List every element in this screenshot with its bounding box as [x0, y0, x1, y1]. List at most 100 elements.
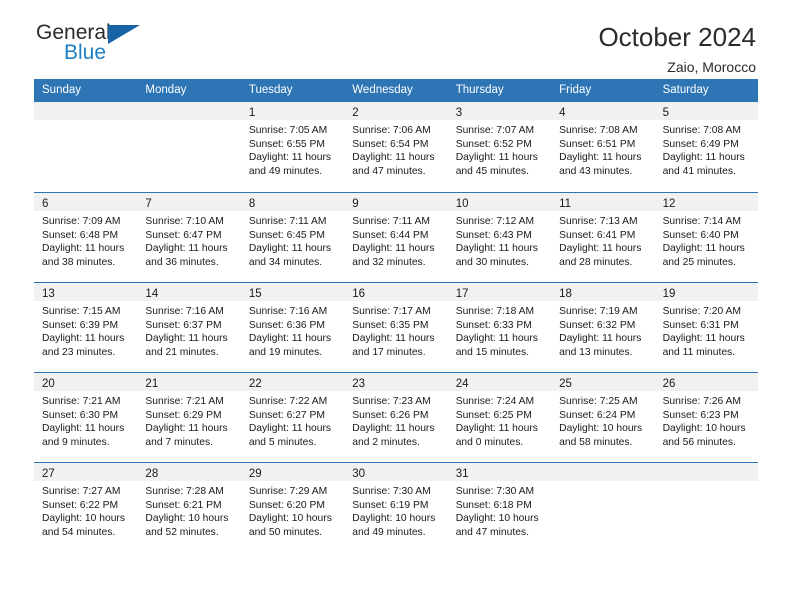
day-detail-line: and 52 minutes.: [145, 526, 219, 538]
day-detail-line: Sunset: 6:51 PM: [559, 138, 636, 150]
weekday-header-monday: Monday: [145, 84, 187, 96]
day-cell-27[interactable]: 27 Sunrise: 7:27 AM Sunset: 6:22 PM Dayligh…: [34, 463, 138, 552]
day-number-strip: 15: [240, 283, 345, 301]
day-cell-24[interactable]: 24 Sunrise: 7:24 AM Sunset: 6:25 PM Dayligh…: [447, 373, 552, 462]
day-detail-line: Daylight: 11 hours: [455, 423, 538, 435]
day-cell-5[interactable]: 5 Sunrise: 7:08 AM Sunset: 6:49 PM Daylight…: [654, 102, 758, 192]
day-number: 30: [352, 468, 366, 480]
day-cell-31[interactable]: 31 Sunrise: 7:30 AM Sunset: 6:18 PM Dayligh…: [447, 463, 552, 552]
day-number: 6: [42, 198, 49, 210]
day-number-strip: 5: [654, 102, 758, 120]
page-title: October 2024: [598, 22, 756, 52]
day-cell-12[interactable]: 12 Sunrise: 7:14 AM Sunset: 6:40 PM Dayligh…: [654, 193, 758, 282]
day-details: Sunrise: 7:07 AM Sunset: 6:52 PM Daylight:…: [448, 120, 551, 178]
day-cell-26[interactable]: 26 Sunrise: 7:26 AM Sunset: 6:23 PM Dayligh…: [654, 373, 758, 462]
day-number-strip: 1: [240, 102, 345, 120]
day-cell-13[interactable]: 13 Sunrise: 7:15 AM Sunset: 6:39 PM Dayligh…: [34, 283, 138, 372]
day-number: 16: [352, 288, 366, 300]
day-cell-22[interactable]: 22 Sunrise: 7:22 AM Sunset: 6:27 PM Dayligh…: [240, 373, 345, 462]
day-cell-10[interactable]: 10 Sunrise: 7:12 AM Sunset: 6:43 PM Dayligh…: [447, 193, 552, 282]
day-detail-line: Sunrise: 7:29 AM: [248, 486, 328, 497]
day-details: Sunrise: 7:27 AM Sunset: 6:22 PM Daylight:…: [34, 481, 137, 539]
day-details: Sunrise: 7:06 AM Sunset: 6:54 PM Daylight:…: [344, 120, 447, 178]
day-detail-line: Sunset: 6:35 PM: [352, 319, 429, 331]
day-cell-21[interactable]: 21 Sunrise: 7:21 AM Sunset: 6:29 PM Dayligh…: [137, 373, 241, 462]
day-cell-16[interactable]: 16 Sunrise: 7:17 AM Sunset: 6:35 PM Dayligh…: [344, 283, 448, 372]
day-number: 28: [145, 468, 159, 480]
day-cell-20[interactable]: 20 Sunrise: 7:21 AM Sunset: 6:30 PM Dayligh…: [34, 373, 138, 462]
day-detail-line: Daylight: 11 hours: [42, 333, 125, 345]
day-cell-empty: [137, 102, 241, 192]
weekday-header-row: Sunday Monday Tuesday Wednesday Thursday Frid…: [34, 79, 758, 102]
day-cell-18[interactable]: 18 Sunrise: 7:19 AM Sunset: 6:32 PM Dayligh…: [551, 283, 655, 372]
day-cell-1[interactable]: 1 Sunrise: 7:05 AM Sunset: 6:55 PM Daylight…: [240, 102, 345, 192]
day-cell-6[interactable]: 6 Sunrise: 7:09 AM Sunset: 6:48 PM Daylight…: [34, 193, 138, 282]
day-cell-2[interactable]: 2 Sunrise: 7:06 AM Sunset: 6:54 PM Daylight…: [344, 102, 448, 192]
day-number: 4: [559, 107, 566, 119]
day-detail-line: Daylight: 10 hours: [145, 513, 229, 525]
day-detail-line: and 30 minutes.: [455, 256, 529, 268]
calendar-page: General Blue October 2024 Zaio, Morocco …: [0, 0, 792, 612]
day-details: Sunrise: 7:15 AM Sunset: 6:39 PM Daylight:…: [34, 301, 137, 359]
day-detail-line: Daylight: 11 hours: [42, 243, 125, 255]
day-detail-line: Daylight: 11 hours: [248, 423, 332, 435]
day-detail-line: Sunset: 6:30 PM: [42, 409, 119, 421]
day-detail-line: Sunset: 6:52 PM: [455, 138, 532, 150]
day-detail-line: and 11 minutes.: [662, 346, 736, 358]
day-detail-line: Sunrise: 7:26 AM: [662, 396, 741, 407]
day-cell-19[interactable]: 19 Sunrise: 7:20 AM Sunset: 6:31 PM Dayligh…: [654, 283, 758, 372]
day-detail-line: Sunrise: 7:14 AM: [662, 216, 741, 227]
day-number: 9: [352, 198, 359, 210]
day-cell-25[interactable]: 25 Sunrise: 7:25 AM Sunset: 6:24 PM Dayligh…: [551, 373, 655, 462]
day-cell-28[interactable]: 28 Sunrise: 7:28 AM Sunset: 6:21 PM Dayligh…: [137, 463, 241, 552]
day-number: 24: [455, 378, 469, 390]
day-detail-line: and 41 minutes.: [662, 165, 736, 177]
day-detail-line: Daylight: 11 hours: [455, 333, 538, 345]
day-detail-line: Daylight: 11 hours: [559, 152, 642, 164]
day-number: 1: [248, 107, 256, 119]
day-details: Sunrise: 7:17 AM Sunset: 6:35 PM Daylight:…: [344, 301, 447, 359]
day-number-strip: 29: [240, 463, 345, 481]
day-detail-line: Sunset: 6:27 PM: [248, 409, 325, 421]
day-cell-17[interactable]: 17 Sunrise: 7:18 AM Sunset: 6:33 PM Dayligh…: [447, 283, 552, 372]
weekday-header-sunday: Sunday: [42, 84, 82, 96]
day-cell-empty: [34, 102, 138, 192]
day-detail-line: and 45 minutes.: [455, 165, 529, 177]
day-details: [137, 120, 240, 124]
day-detail-line: Daylight: 11 hours: [42, 423, 125, 435]
day-cell-30[interactable]: 30 Sunrise: 7:30 AM Sunset: 6:19 PM Dayligh…: [344, 463, 448, 552]
day-detail-line: and 21 minutes.: [145, 346, 219, 358]
day-details: Sunrise: 7:11 AM Sunset: 6:45 PM Daylight:…: [241, 211, 344, 269]
day-cell-4[interactable]: 4 Sunrise: 7:08 AM Sunset: 6:51 PM Daylight…: [551, 102, 655, 192]
day-cell-7[interactable]: 7 Sunrise: 7:10 AM Sunset: 6:47 PM Daylight…: [137, 193, 241, 282]
day-number-strip: 10: [447, 193, 552, 211]
title-block: October 2024 Zaio, Morocco: [598, 22, 758, 77]
day-detail-line: Sunrise: 7:21 AM: [42, 396, 121, 407]
calendar-week-row: 27 Sunrise: 7:27 AM Sunset: 6:22 PM Dayligh…: [34, 462, 758, 552]
day-detail-line: Sunset: 6:44 PM: [352, 229, 429, 241]
day-detail-line: Daylight: 11 hours: [455, 152, 538, 164]
day-cell-8[interactable]: 8 Sunrise: 7:11 AM Sunset: 6:45 PM Daylight…: [240, 193, 345, 282]
day-cell-14[interactable]: 14 Sunrise: 7:16 AM Sunset: 6:37 PM Dayligh…: [137, 283, 241, 372]
day-number: 31: [455, 468, 469, 480]
day-cell-3[interactable]: 3 Sunrise: 7:07 AM Sunset: 6:52 PM Daylight…: [447, 102, 552, 192]
day-details: [655, 481, 758, 485]
day-details: Sunrise: 7:08 AM Sunset: 6:51 PM Daylight:…: [551, 120, 654, 178]
day-number: 15: [248, 288, 262, 300]
day-cell-29[interactable]: 29 Sunrise: 7:29 AM Sunset: 6:20 PM Dayligh…: [240, 463, 345, 552]
day-cell-15[interactable]: 15 Sunrise: 7:16 AM Sunset: 6:36 PM Dayligh…: [240, 283, 345, 372]
day-cell-23[interactable]: 23 Sunrise: 7:23 AM Sunset: 6:26 PM Dayligh…: [344, 373, 448, 462]
day-detail-line: and 36 minutes.: [145, 256, 219, 268]
day-detail-line: Daylight: 11 hours: [662, 243, 745, 255]
day-details: Sunrise: 7:30 AM Sunset: 6:18 PM Daylight:…: [448, 481, 551, 539]
day-details: Sunrise: 7:21 AM Sunset: 6:30 PM Daylight:…: [34, 391, 137, 449]
day-detail-line: Sunset: 6:19 PM: [352, 499, 429, 511]
day-cell-9[interactable]: 9 Sunrise: 7:11 AM Sunset: 6:44 PM Daylight…: [344, 193, 448, 282]
day-detail-line: Sunset: 6:48 PM: [42, 229, 119, 241]
general-blue-logo[interactable]: General Blue: [34, 22, 156, 64]
day-cell-11[interactable]: 11 Sunrise: 7:13 AM Sunset: 6:41 PM Dayligh…: [551, 193, 655, 282]
day-cell-empty: [551, 463, 655, 552]
day-detail-line: Sunset: 6:21 PM: [145, 499, 222, 511]
day-detail-line: Sunset: 6:24 PM: [559, 409, 636, 421]
day-detail-line: Sunrise: 7:28 AM: [145, 486, 224, 497]
